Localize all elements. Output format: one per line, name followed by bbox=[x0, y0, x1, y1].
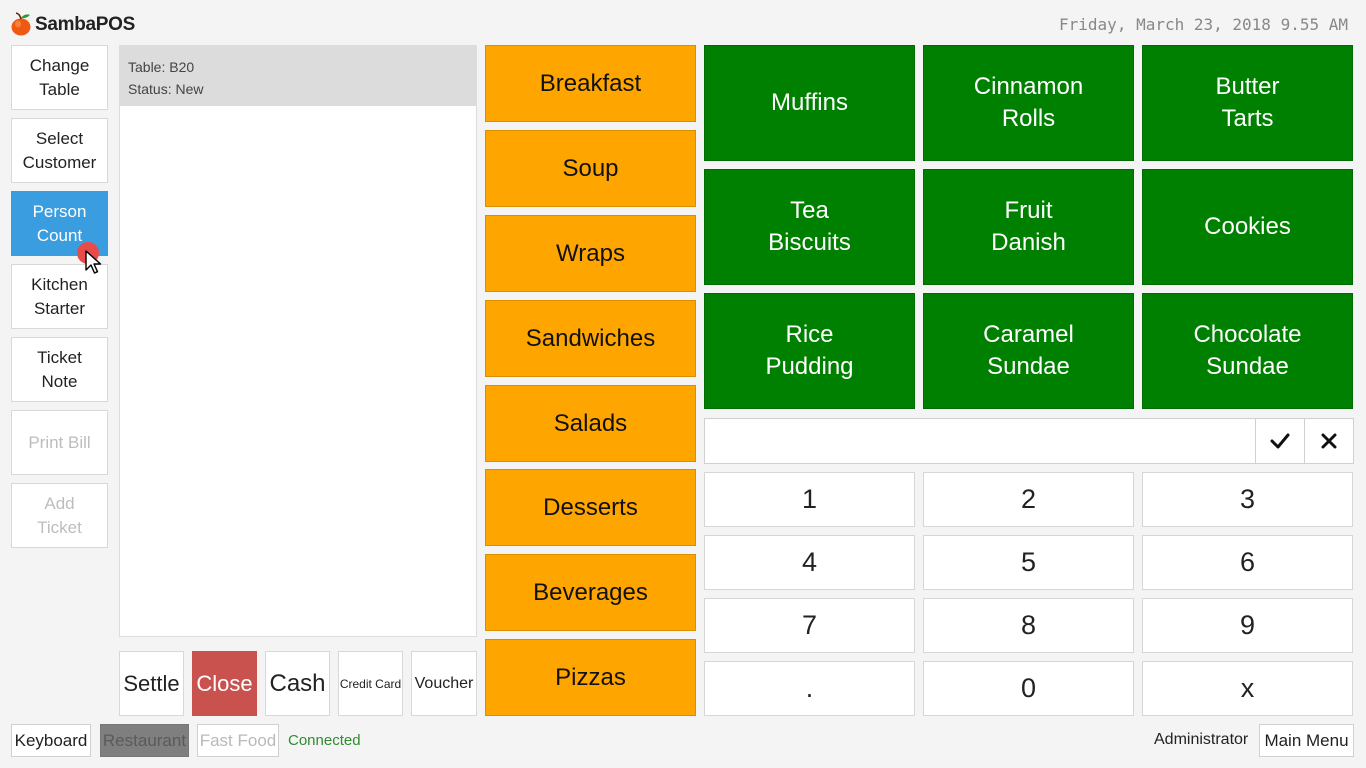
restaurant-mode-button[interactable]: Restaurant bbox=[100, 724, 189, 757]
voucher-button[interactable]: Voucher bbox=[411, 651, 477, 716]
main-menu-button[interactable]: Main Menu bbox=[1259, 724, 1354, 757]
mouse-pointer-icon bbox=[85, 250, 102, 274]
menu-item-rice-pudding[interactable]: Rice Pudding bbox=[704, 293, 915, 409]
menu-item-tea-biscuits[interactable]: Tea Biscuits bbox=[704, 169, 915, 285]
numpad-key-decimal[interactable]: . bbox=[704, 661, 915, 716]
numpad-input[interactable] bbox=[704, 418, 1256, 464]
credit-card-button[interactable]: Credit Card bbox=[338, 651, 403, 716]
numpad-key-2[interactable]: 2 bbox=[923, 472, 1134, 527]
numpad-key-1[interactable]: 1 bbox=[704, 472, 915, 527]
menu-item-muffins[interactable]: Muffins bbox=[704, 45, 915, 161]
category-desserts[interactable]: Desserts bbox=[485, 469, 696, 546]
add-ticket-button[interactable]: Add Ticket bbox=[11, 483, 108, 548]
cash-button[interactable]: Cash bbox=[265, 651, 330, 716]
category-soup[interactable]: Soup bbox=[485, 130, 696, 207]
close-icon bbox=[1321, 433, 1337, 449]
close-button[interactable]: Close bbox=[192, 651, 257, 716]
category-salads[interactable]: Salads bbox=[485, 385, 696, 462]
category-wraps[interactable]: Wraps bbox=[485, 215, 696, 292]
numpad-key-8[interactable]: 8 bbox=[923, 598, 1134, 653]
keyboard-button[interactable]: Keyboard bbox=[11, 724, 91, 757]
check-icon bbox=[1270, 433, 1290, 449]
numpad-key-0[interactable]: 0 bbox=[923, 661, 1134, 716]
samba-logo-icon bbox=[11, 12, 31, 36]
fast-food-mode-button[interactable]: Fast Food bbox=[197, 724, 279, 757]
numpad-key-5[interactable]: 5 bbox=[923, 535, 1134, 590]
select-customer-button[interactable]: Select Customer bbox=[11, 118, 108, 183]
numpad-key-7[interactable]: 7 bbox=[704, 598, 915, 653]
ticket-header: Table: B20 Status: New bbox=[120, 46, 476, 106]
confirm-button[interactable] bbox=[1255, 418, 1305, 464]
numpad-key-9[interactable]: 9 bbox=[1142, 598, 1353, 653]
connection-status: Connected bbox=[288, 732, 361, 749]
numpad-key-4[interactable]: 4 bbox=[704, 535, 915, 590]
category-beverages[interactable]: Beverages bbox=[485, 554, 696, 631]
ticket-note-button[interactable]: Ticket Note bbox=[11, 337, 108, 402]
numpad-key-3[interactable]: 3 bbox=[1142, 472, 1353, 527]
menu-item-cookies[interactable]: Cookies bbox=[1142, 169, 1353, 285]
cancel-button[interactable] bbox=[1304, 418, 1354, 464]
settle-button[interactable]: Settle bbox=[119, 651, 184, 716]
ticket-status-label: Status: New bbox=[128, 81, 204, 97]
change-table-button[interactable]: Change Table bbox=[11, 45, 108, 110]
print-bill-button[interactable]: Print Bill bbox=[11, 410, 108, 475]
user-name: Administrator bbox=[1154, 731, 1249, 748]
menu-item-fruit-danish[interactable]: Fruit Danish bbox=[923, 169, 1134, 285]
menu-item-cinnamon-rolls[interactable]: Cinnamon Rolls bbox=[923, 45, 1134, 161]
app-title: SambaPOS bbox=[35, 14, 136, 35]
date-time-display: Friday, March 23, 2018 9.55 AM bbox=[1059, 15, 1348, 34]
menu-item-butter-tarts[interactable]: Butter Tarts bbox=[1142, 45, 1353, 161]
menu-item-caramel-sundae[interactable]: Caramel Sundae bbox=[923, 293, 1134, 409]
category-breakfast[interactable]: Breakfast bbox=[485, 45, 696, 122]
ticket-table-label: Table: B20 bbox=[128, 59, 195, 75]
ticket-panel: Table: B20 Status: New bbox=[119, 45, 477, 637]
category-pizzas[interactable]: Pizzas bbox=[485, 639, 696, 716]
numpad-key-x[interactable]: x bbox=[1142, 661, 1353, 716]
category-sandwiches[interactable]: Sandwiches bbox=[485, 300, 696, 377]
numpad-key-6[interactable]: 6 bbox=[1142, 535, 1353, 590]
menu-item-chocolate-sundae[interactable]: Chocolate Sundae bbox=[1142, 293, 1353, 409]
